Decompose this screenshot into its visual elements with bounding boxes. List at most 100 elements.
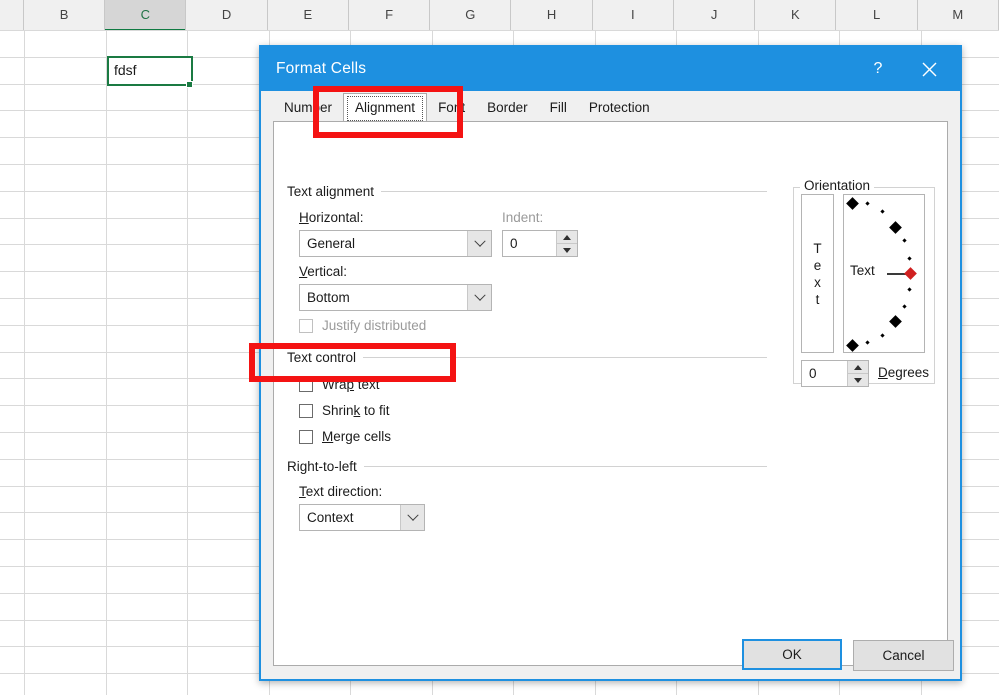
active-cell-c3[interactable]: fdsf xyxy=(107,56,193,86)
tab-number-label: Number xyxy=(284,100,333,115)
vertical-letter: x xyxy=(814,274,821,290)
degrees-spinner-buttons[interactable] xyxy=(847,361,868,386)
merge-cells-checkbox[interactable] xyxy=(299,429,313,444)
orientation-dial[interactable]: Text xyxy=(843,194,925,353)
close-icon[interactable] xyxy=(906,47,952,91)
vertical-letter: T xyxy=(813,240,822,256)
dial-marker-neg45[interactable] xyxy=(889,315,902,328)
tab-border[interactable]: Border xyxy=(476,95,539,122)
ok-button[interactable]: OK xyxy=(742,639,842,670)
horizontal-label: Horizontal: xyxy=(299,210,364,225)
merge-cells-row[interactable]: Merge cells xyxy=(299,429,391,444)
degrees-stepper[interactable]: 0 xyxy=(801,360,869,387)
right-to-left-group-label: Right-to-left xyxy=(287,459,357,474)
degrees-decrement-button[interactable] xyxy=(848,374,868,386)
justify-distributed-label: Justify distributed xyxy=(322,318,427,333)
tab-protection[interactable]: Protection xyxy=(577,95,661,122)
column-header-label: J xyxy=(710,7,718,22)
cancel-button-label: Cancel xyxy=(882,648,925,663)
column-header-label: G xyxy=(465,7,476,22)
fill-handle[interactable] xyxy=(186,81,193,88)
help-icon[interactable]: ? xyxy=(855,47,901,91)
text-direction-combo[interactable]: Context xyxy=(299,504,425,531)
text-control-group-header: Text control xyxy=(287,350,767,365)
tab-number[interactable]: Number xyxy=(273,95,344,122)
grid-column-line xyxy=(187,30,188,695)
tab-focus-outline xyxy=(347,96,424,121)
wrap-text-row[interactable]: Wrap text xyxy=(299,377,380,392)
dial-marker-dot[interactable] xyxy=(902,238,907,243)
orientation-group-label: Orientation xyxy=(800,178,875,193)
dialog-title-bar: Format Cells ? xyxy=(261,47,960,91)
indent-stepper[interactable]: 0 xyxy=(502,230,578,257)
vertical-combo[interactable]: Bottom xyxy=(299,284,492,311)
degrees-label: Degrees xyxy=(878,365,930,380)
shrink-to-fit-row[interactable]: Shrink to fit xyxy=(299,403,390,418)
column-header-g[interactable]: G xyxy=(430,0,512,30)
justify-distributed-row[interactable]: Justify distributed xyxy=(299,318,426,333)
column-header-label: H xyxy=(546,7,557,22)
column-header-e[interactable]: E xyxy=(267,0,349,30)
grid-row-line xyxy=(0,30,999,31)
chevron-down-icon[interactable] xyxy=(467,231,491,256)
dial-marker-dot[interactable] xyxy=(880,209,885,214)
cancel-button[interactable]: Cancel xyxy=(853,640,954,671)
degrees-increment-button[interactable] xyxy=(848,361,868,374)
tab-protection-label: Protection xyxy=(588,100,650,115)
column-header-b[interactable]: B xyxy=(23,0,106,30)
group-rule xyxy=(363,466,767,467)
vertical-text-option[interactable]: T e x t xyxy=(801,194,834,353)
dial-marker-neg90[interactable] xyxy=(846,339,859,352)
wrap-text-label: Wrap text xyxy=(322,377,380,392)
indent-spinner-buttons[interactable] xyxy=(556,231,577,256)
dial-marker-dot[interactable] xyxy=(865,340,870,345)
dial-marker-dot[interactable] xyxy=(907,256,912,261)
column-header-label: M xyxy=(952,7,964,22)
dial-marker-dot[interactable] xyxy=(865,201,870,206)
tab-font-label: Font xyxy=(438,100,466,115)
column-header-j[interactable]: J xyxy=(673,0,756,30)
vertical-value: Bottom xyxy=(307,290,350,305)
alignment-tab-panel: Text alignment Horizontal: General Verti… xyxy=(273,121,948,666)
screen: B C D E F G H I J K L M fdsf Format Cells ? Number … xyxy=(0,0,999,695)
dial-marker-90[interactable] xyxy=(846,197,859,210)
chevron-down-icon[interactable] xyxy=(467,285,491,310)
tab-border-label: Border xyxy=(487,100,528,115)
dial-marker-dot[interactable] xyxy=(880,333,885,338)
chevron-down-icon[interactable] xyxy=(400,505,424,530)
column-header-label: C xyxy=(140,7,150,22)
tab-alignment[interactable]: Alignment xyxy=(343,93,428,122)
dial-marker-dot[interactable] xyxy=(907,287,912,292)
sheet-corner[interactable] xyxy=(0,0,24,30)
indent-value: 0 xyxy=(510,236,518,251)
degrees-value: 0 xyxy=(809,366,817,381)
vertical-letter: e xyxy=(813,257,822,273)
horizontal-combo[interactable]: General xyxy=(299,230,492,257)
column-header-label: F xyxy=(385,7,394,22)
wrap-text-checkbox[interactable] xyxy=(299,377,313,392)
column-header-k[interactable]: K xyxy=(755,0,837,30)
shrink-to-fit-checkbox[interactable] xyxy=(299,403,313,418)
tab-fill[interactable]: Fill xyxy=(538,95,578,122)
column-header-h[interactable]: H xyxy=(511,0,593,30)
column-header-label: L xyxy=(872,7,881,22)
indent-increment-button[interactable] xyxy=(557,231,577,244)
column-header-i[interactable]: I xyxy=(592,0,674,30)
justify-distributed-checkbox[interactable] xyxy=(299,318,313,333)
column-header-row: B C D E F G H I J K L M xyxy=(0,0,999,31)
dial-marker-dot[interactable] xyxy=(902,304,907,309)
indent-decrement-button[interactable] xyxy=(557,244,577,256)
column-header-l[interactable]: L xyxy=(836,0,918,30)
column-header-f[interactable]: F xyxy=(348,0,431,30)
dial-marker-0-selected[interactable] xyxy=(904,267,917,280)
shrink-to-fit-label: Shrink to fit xyxy=(322,403,390,418)
column-header-m[interactable]: M xyxy=(917,0,999,30)
text-alignment-group-label: Text alignment xyxy=(287,184,375,199)
right-to-left-group-header: Right-to-left xyxy=(287,459,767,474)
column-header-d[interactable]: D xyxy=(186,0,268,30)
orientation-group: Orientation T e x t Text 0 Degrees xyxy=(793,178,935,387)
dial-marker-45[interactable] xyxy=(889,221,902,234)
text-direction-value: Context xyxy=(307,510,354,525)
column-header-c[interactable]: C xyxy=(105,0,187,31)
tab-font[interactable]: Font xyxy=(427,95,477,122)
